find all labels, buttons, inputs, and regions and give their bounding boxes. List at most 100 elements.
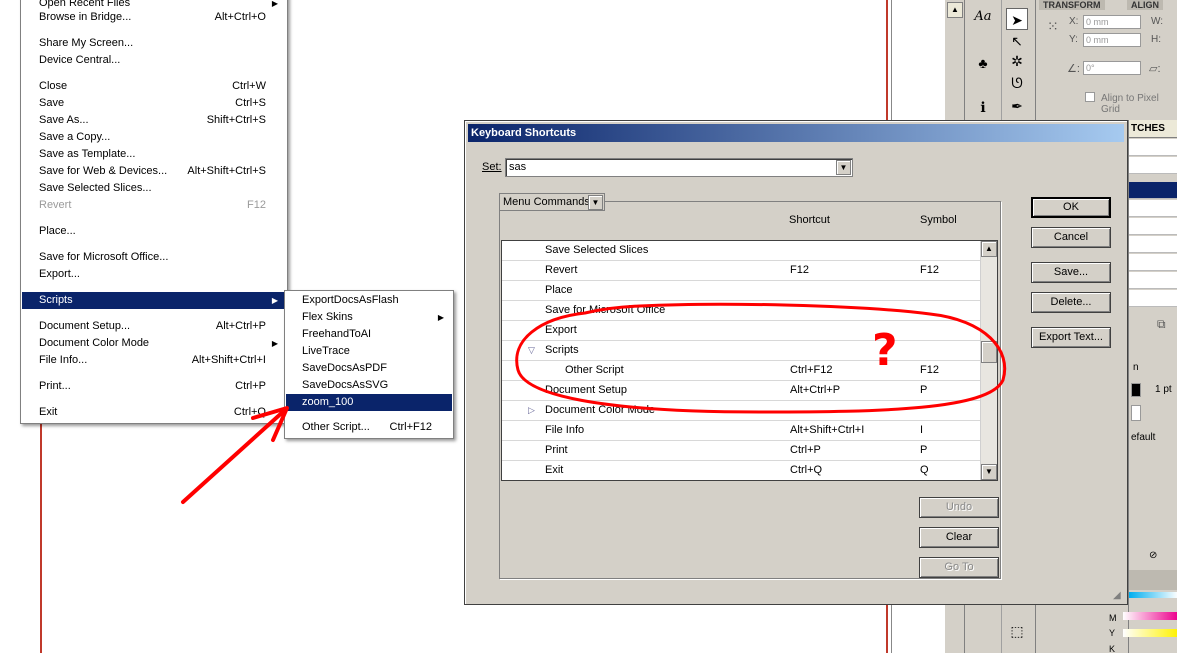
new-swatch-icon[interactable]: ⧉ [1157,317,1166,332]
crop-tool-icon[interactable]: ⬚ [1006,620,1028,642]
export-text-button[interactable]: Export Text... [1031,327,1111,348]
menu-separator [24,399,284,400]
cyan-slider[interactable] [1129,592,1177,598]
swatch-row[interactable] [1129,200,1177,217]
script-item-export-flash[interactable]: ExportDocsAsFlash [286,292,452,309]
swatch-row[interactable] [1129,236,1177,253]
resize-grip-icon[interactable]: ◢ [1113,590,1125,602]
menu-item-save-as[interactable]: Save As... Shift+Ctrl+S [22,112,286,129]
script-item-flex-skins[interactable]: Flex Skins ▶ [286,309,452,326]
reference-point-icon[interactable]: ⁙ [1047,18,1059,35]
script-item-save-svg[interactable]: SaveDocsAsSVG [286,377,452,394]
menu-item-save-template[interactable]: Save as Template... [22,146,286,163]
menu-item-save-copy[interactable]: Save a Copy... [22,129,286,146]
submenu-arrow-icon: ▶ [271,296,278,305]
scroll-up-icon[interactable]: ▲ [947,2,963,18]
menu-separator [24,244,284,245]
pen-tool-icon[interactable]: ✒ [1006,95,1028,117]
shortcuts-list[interactable]: Save Selected Slices Revert F12 F12 Place … [501,240,998,481]
cancel-button[interactable]: Cancel [1031,227,1111,248]
menu-item-document-setup[interactable]: Document Setup... Alt+Ctrl+P [22,318,286,335]
swatch-row-selected[interactable] [1129,182,1177,199]
stroke-color-box[interactable] [1131,405,1141,421]
menu-item-file-info[interactable]: File Info... Alt+Shift+Ctrl+I [22,352,286,369]
scroll-thumb[interactable] [981,341,997,363]
clear-button[interactable]: Clear [919,527,999,548]
x-input[interactable]: 0 mm [1083,15,1141,29]
lasso-tool-icon[interactable]: ᘎ [1006,72,1028,94]
align-pixel-checkbox[interactable] [1085,92,1095,102]
menu-separator [24,218,284,219]
stroke-weight-value: 1 pt [1155,384,1172,395]
menu-item-save[interactable]: Save Ctrl+S [22,95,286,112]
character-panel-icon[interactable]: Aa [972,6,994,28]
category-select[interactable]: Menu Commands ▼ [499,193,605,211]
menu-item-document-color-mode[interactable]: Document Color Mode ▶ [22,335,286,352]
yellow-slider[interactable] [1123,629,1177,637]
menu-item-save-office[interactable]: Save for Microsoft Office... [22,249,286,266]
list-item[interactable]: Exit Ctrl+Q Q [502,461,980,480]
delete-button[interactable]: Delete... [1031,292,1111,313]
y-label: Y: [1069,34,1078,45]
column-header-symbol: Symbol [920,214,957,226]
y-input[interactable]: 0 mm [1083,33,1141,47]
swatch-row[interactable] [1129,254,1177,271]
scroll-up-icon[interactable]: ▲ [981,241,997,257]
swatch-row[interactable] [1129,157,1177,174]
list-item[interactable]: Place [502,281,980,301]
menu-item-share-screen[interactable]: Share My Screen... [22,35,286,52]
menu-item-export[interactable]: Export... [22,266,286,283]
list-item[interactable]: ▽ Scripts [502,341,980,361]
symbols-panel-icon[interactable]: ♣ [972,52,994,74]
menu-item-exit[interactable]: Exit Ctrl+Q [22,404,286,421]
menu-item-close[interactable]: Close Ctrl+W [22,78,286,95]
menu-item-save-slices[interactable]: Save Selected Slices... [22,180,286,197]
list-item[interactable]: Save for Microsoft Office [502,301,980,321]
tab-swatches[interactable]: TCHES [1129,120,1177,138]
angle-input[interactable]: 0° [1083,61,1141,75]
list-scrollbar[interactable]: ▲ ▼ [980,241,997,480]
menu-item-print[interactable]: Print... Ctrl+P [22,378,286,395]
list-item[interactable]: Document Setup Alt+Ctrl+P P [502,381,980,401]
menu-item-browse-bridge[interactable]: Browse in Bridge... Alt+Ctrl+O [22,9,286,26]
script-item-other-script[interactable]: Other Script... Ctrl+F12 [286,419,452,436]
swatch-row[interactable] [1129,272,1177,289]
list-item[interactable]: File Info Alt+Shift+Ctrl+I I [502,421,980,441]
swatch-row[interactable] [1129,218,1177,235]
chevron-down-icon[interactable]: ▼ [836,160,851,175]
menu-item-scripts[interactable]: Scripts ▶ [22,292,286,309]
menu-item-device-central[interactable]: Device Central... [22,52,286,69]
list-item[interactable]: Save Selected Slices [502,241,980,261]
list-item[interactable]: Export [502,321,980,341]
list-item[interactable]: Other Script Ctrl+F12 F12 [502,361,980,381]
script-item-save-pdf[interactable]: SaveDocsAsPDF [286,360,452,377]
stroke-weight-stepper[interactable] [1131,383,1141,397]
script-item-livetrace[interactable]: LiveTrace [286,343,452,360]
scroll-down-icon[interactable]: ▼ [981,464,997,480]
tab-align[interactable]: ALIGN [1127,0,1163,10]
menu-item-save-web[interactable]: Save for Web & Devices... Alt+Shift+Ctrl+… [22,163,286,180]
none-icon[interactable]: ⊘ [1149,550,1157,561]
info-panel-icon[interactable]: ℹ [972,96,994,118]
menu-separator [24,287,284,288]
magenta-slider[interactable] [1123,612,1177,620]
swatch-row[interactable] [1129,139,1177,156]
list-item[interactable]: ▷ Document Color Mode [502,401,980,421]
list-item[interactable]: Print Ctrl+P P [502,441,980,461]
collapsed-triangle-icon[interactable]: ▷ [528,401,535,420]
magic-wand-tool-icon[interactable]: ✲ [1006,50,1028,72]
set-select[interactable]: sas ▼ [505,158,853,177]
dialog-title[interactable]: Keyboard Shortcuts [468,124,1124,142]
menu-item-place[interactable]: Place... [22,223,286,240]
list-item[interactable]: Revert F12 F12 [502,261,980,281]
script-item-zoom-100[interactable]: zoom_100 [286,394,452,411]
direct-selection-tool-icon[interactable]: ↖ [1006,30,1028,52]
expanded-triangle-icon[interactable]: ▽ [528,341,535,360]
tab-transform[interactable]: TRANSFORM [1039,0,1105,10]
save-button[interactable]: Save... [1031,262,1111,283]
script-item-freehand-to-ai[interactable]: FreehandToAI [286,326,452,343]
ok-button[interactable]: OK [1031,197,1111,218]
swatch-row[interactable] [1129,290,1177,307]
selection-tool-icon[interactable]: ➤ [1006,8,1028,30]
chevron-down-icon[interactable]: ▼ [588,195,603,210]
